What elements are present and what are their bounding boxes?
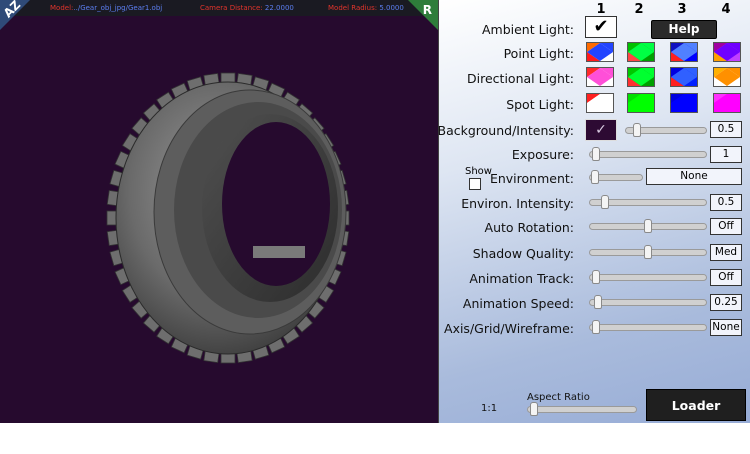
exposure-slider[interactable] xyxy=(589,147,707,161)
environ-intensity-slider[interactable] xyxy=(589,195,707,209)
environment-slider[interactable] xyxy=(589,170,643,184)
directional-light-swatch-1[interactable] xyxy=(586,67,614,87)
auto-rotation-thumb[interactable] xyxy=(644,219,652,233)
column-header-3: 3 xyxy=(677,2,687,17)
point-light-swatch-2[interactable] xyxy=(627,42,655,62)
column-header-4: 4 xyxy=(721,2,731,17)
animation-speed-slider[interactable] xyxy=(589,295,707,309)
shadow-quality-thumb[interactable] xyxy=(644,245,652,259)
gear-model xyxy=(106,72,350,364)
animation-track-slider[interactable] xyxy=(589,270,707,284)
aspect-ratio-slider[interactable] xyxy=(527,402,637,416)
aspect-ratio-value: 1:1 xyxy=(481,403,498,414)
axis-grid-wireframe-slider[interactable] xyxy=(589,320,707,334)
ambient-light-label: Ambient Light: xyxy=(481,22,574,37)
environment-thumb[interactable] xyxy=(590,170,599,184)
spot-light-label: Spot Light: xyxy=(506,97,574,112)
model-path-readout: Model:../Gear_obj_jpg/Gear1.obj xyxy=(50,4,163,12)
directional-light-swatch-3[interactable] xyxy=(670,67,698,87)
environ-intensity-value[interactable]: 0.5 xyxy=(710,194,742,211)
point-light-swatch-4[interactable] xyxy=(713,42,741,62)
exposure-value[interactable]: 1 xyxy=(710,146,742,163)
axis-grid-wireframe-value[interactable]: None xyxy=(710,319,742,336)
environ-intensity-label: Environ. Intensity: xyxy=(461,196,574,211)
spot-light-swatch-4[interactable] xyxy=(713,93,741,113)
ambient-light-checkbox[interactable]: ✔ xyxy=(585,16,617,38)
column-header-2: 2 xyxy=(634,2,644,17)
point-light-swatch-3[interactable] xyxy=(670,42,698,62)
axis-grid-wireframe-label: Axis/Grid/Wireframe: xyxy=(444,321,574,336)
aspect-ratio-thumb[interactable] xyxy=(530,402,538,416)
show-environment-checkbox[interactable] xyxy=(469,178,481,190)
camera-distance-readout: Camera Distance: 22.0000 xyxy=(200,4,294,12)
axis-grid-wireframe-thumb[interactable] xyxy=(592,320,601,334)
exposure-label: Exposure: xyxy=(511,147,574,162)
animation-speed-thumb[interactable] xyxy=(594,295,603,309)
animation-track-label: Animation Track: xyxy=(469,271,574,286)
background-intensity-slider[interactable] xyxy=(625,123,707,137)
aspect-ratio-label: Aspect Ratio xyxy=(527,392,590,403)
auto-rotation-value[interactable]: Off xyxy=(710,218,742,235)
3d-viewport[interactable]: Model:../Gear_obj_jpg/Gear1.obj Camera D… xyxy=(0,0,438,423)
column-header-1: 1 xyxy=(596,2,606,17)
background-intensity-label: Background/Intensity: xyxy=(437,123,575,138)
point-light-swatch-1[interactable] xyxy=(586,42,614,62)
settings-panel: 1 2 3 4 Ambient Light: ✔ Help Point Ligh… xyxy=(437,0,750,445)
directional-light-swatch-4[interactable] xyxy=(713,67,741,87)
environ-intensity-thumb[interactable] xyxy=(600,195,609,209)
help-button[interactable]: Help xyxy=(651,20,717,39)
auto-rotation-slider[interactable] xyxy=(589,219,707,233)
environment-label: Environment: xyxy=(489,171,574,186)
background-color-swatch[interactable]: ✓ xyxy=(585,119,617,141)
exposure-thumb[interactable] xyxy=(592,147,601,161)
model-radius-readout: Model Radius: 5.0000 xyxy=(328,4,404,12)
spot-light-swatch-3[interactable] xyxy=(670,93,698,113)
animation-speed-value[interactable]: 0.25 xyxy=(710,294,742,311)
show-environment-label: Show xyxy=(465,166,492,177)
point-light-label: Point Light: xyxy=(503,46,574,61)
reset-badge-label[interactable]: R xyxy=(423,3,432,17)
animation-track-value[interactable]: Off xyxy=(710,269,742,286)
directional-light-label: Directional Light: xyxy=(467,71,574,86)
loader-settings-button[interactable]: Loader Settings xyxy=(646,389,746,445)
spot-light-swatch-2[interactable] xyxy=(627,93,655,113)
animation-track-thumb[interactable] xyxy=(592,270,601,284)
animation-speed-label: Animation Speed: xyxy=(462,296,574,311)
directional-light-swatch-2[interactable] xyxy=(627,67,655,87)
shadow-quality-label: Shadow Quality: xyxy=(472,246,574,261)
background-intensity-value[interactable]: 0.5 xyxy=(710,121,742,138)
spot-light-swatch-1[interactable] xyxy=(586,93,614,113)
info-bar: Model:../Gear_obj_jpg/Gear1.obj Camera D… xyxy=(0,0,438,16)
auto-rotation-label: Auto Rotation: xyxy=(484,220,574,235)
environment-value[interactable]: None xyxy=(646,168,742,185)
shadow-quality-slider[interactable] xyxy=(589,245,707,259)
shadow-quality-value[interactable]: Med xyxy=(710,244,742,261)
background-intensity-thumb[interactable] xyxy=(633,123,642,137)
